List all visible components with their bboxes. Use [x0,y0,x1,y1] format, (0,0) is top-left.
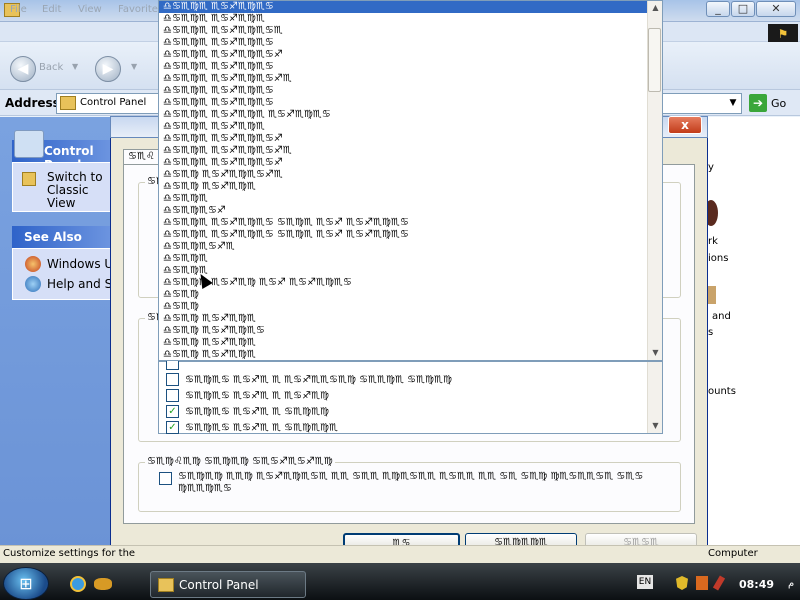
list-item-label: ♋♏♍♏♋ ♏♋♐♏ ♏ ♋♏♍♏♍♏ [185,422,338,434]
scroll-thumb[interactable] [648,28,661,92]
clock-period: م [788,578,795,589]
dropdown-item[interactable]: ♎♋♏♍♏ ♏♋♐♏♍♏♋♏ [159,25,647,37]
list-scrollbar[interactable]: ▼ [647,362,662,433]
list-item[interactable]: ✓ ♋♏♍♏♋ ♏♋♐♏ ♏ ♋♏♍♏♍ [166,405,329,421]
checkbox[interactable] [159,472,172,485]
see-also-box [12,248,112,300]
dropdown-item[interactable]: ♎♋♏♍ ♏♋♐♏♍♏♋♐♏ [159,169,647,181]
menu-favorites[interactable]: Favorites [118,4,163,15]
help-icon [25,276,41,292]
dropdown-item[interactable]: ♎♋♏♍♏♋♐♏ [159,241,647,253]
dropdown-item[interactable]: ♎♋♏♍♏ ♏♋♐♏♍ ♏♋♐ ♏♋♐♏♍♏♋ [159,277,647,289]
control-panel-icon [14,130,44,158]
checkbox-checked[interactable]: ✓ [166,421,179,434]
scroll-down-icon[interactable]: ▼ [648,346,663,360]
category-label[interactable]: s [708,327,713,338]
menu-view[interactable]: View [78,4,102,15]
scroll-down-icon[interactable]: ▼ [648,419,663,433]
status-text: Customize settings for the [3,548,136,559]
go-button[interactable]: Go [771,97,786,110]
dropdown-item[interactable]: ♎♋♏♍ [159,301,647,313]
chevron-down-icon[interactable]: ▼ [726,95,740,112]
address-value[interactable]: Control Panel [80,97,146,108]
dropdown-list[interactable]: ♎♋♏♍♏ ♏♋♐♏♍♏♋ ♎♋♏♍♏ ♏♋♐♏♍♏ ♎♋♏♍♏ ♏♋♐♏♍♏♋♏ ♎… [158,0,663,361]
dropdown-item[interactable]: ♎♋♏♍♏ ♏♋♐♏♍♏ [159,121,647,133]
folder-icon [158,578,174,592]
group-title: ♋♏♍♌♏♍ ♋♏♍♏♍ ♋♏♋♐♏♋♐♏♍ [145,456,335,467]
list-item-label: ♋♏♍♏♋ ♏♋♐♏ ♏ ♏♋♐♏♍ [185,390,330,402]
dropdown-item[interactable]: ♎♋♏♍♏ ♏♋♐♏♍♏♋ [159,61,647,73]
explorer-content [708,117,800,547]
dropdown-item[interactable]: ♎♋♏♍♏ [159,253,647,265]
dropdown-item[interactable]: ♎♋♏♍♏ [159,193,647,205]
dropdown-item[interactable]: ♎♋♏♍♏ ♏♋♐♏♍♏♋♐♏ [159,145,647,157]
checkbox-checked[interactable]: ✓ [166,405,179,418]
switch-view-link[interactable]: Switch to Classic View [47,171,111,210]
close-button[interactable]: ✕ [756,1,796,17]
dropdown-item[interactable]: ♎♋♏♍♏ ♏♋♐♏♍♏♋ ♋♏♍♏ ♏♋♐ ♏♋♐♏♍♏♋ [159,229,647,241]
dropdown-item[interactable]: ♎♋♏♍♏ ♏♋♐♏♍♏♋ [159,85,647,97]
dropdown-item[interactable]: ♎♋♏♍♏ ♏♋♐♏♍♏♋ ♋♏♍♏ ♏♋♐ ♏♋♐♏♍♏♋ [159,217,647,229]
folder-icon [22,172,36,186]
list-item[interactable]: ♋♏♍♏♋ ♏♋♐♏ ♏ ♏♋♐♏♍ [166,389,329,405]
address-label: Address [5,96,60,110]
category-label[interactable]: y [708,162,714,173]
language-indicator[interactable]: EN [637,575,653,589]
dropdown-item[interactable]: ♎♋♏♍♏ [159,265,647,277]
dropdown-item[interactable]: ♎♋♏♍♏ ♏♋♐♏♍♏ ♏♋♐♏♍♏♋ [159,109,647,121]
category-label[interactable]: ions [708,253,728,264]
dropdown-item[interactable]: ♎♋♏♍♏ ♏♋♐♏♍♏♋♐ [159,133,647,145]
back-button[interactable]: ◀ [10,56,36,82]
chevron-down-icon[interactable]: ▼ [72,62,78,71]
dropdown-item[interactable]: ♎♋♏♍♏ ♏♋♐♏♍♏♋ [159,37,647,49]
dropdown-item[interactable]: ♎♋♏♍♏ ♏♋♐♏♍♏ [159,13,647,25]
tab-general[interactable]: ♋♏♌ [123,149,163,165]
windows-update-icon [25,256,41,272]
dropdown-item[interactable]: ♎♋♏♍ ♏♋♐♏♍♏ [159,337,647,349]
see-also-header: See Also [12,226,112,248]
dropdown-item[interactable]: ♎♋♏♍♏ ♏♋♐♏♍♏♋♐♏ [159,73,647,85]
category-label[interactable]: ounts [708,386,736,397]
menu-file[interactable]: File [10,4,27,15]
checkbox[interactable] [166,373,179,386]
category-label[interactable]: rk [708,236,718,247]
status-zone: Computer [708,548,758,559]
dropdown-item[interactable]: ♎♋♏♍ ♏♋♐♏♍♏ [159,349,647,360]
help-support-link[interactable]: Help and Support [47,277,111,291]
dropdown-item[interactable]: ♎♋♏♍♏ ♏♋♐♏♍♏♋♐ [159,157,647,169]
minimize-button[interactable]: _ [706,1,730,17]
list-item[interactable]: ✓ ♋♏♍♏♋ ♏♋♐♏ ♏ ♋♏♍♏♍♏ [166,421,338,437]
forward-button[interactable]: ▶ [95,56,121,82]
dropdown-item[interactable]: ♎♋♏♍♏ ♏♋♐♏♍♏♋ [159,1,647,13]
category-label[interactable]: and [712,311,731,322]
menu-edit[interactable]: Edit [42,4,61,15]
maximize-button[interactable]: □ [731,1,755,17]
quicklaunch-icon[interactable] [94,578,112,590]
folder-icon [60,96,76,110]
dropdown-item[interactable]: ♎♋♏♍♏♋♐ [159,205,647,217]
clock[interactable]: 08:49 [739,578,774,591]
dropdown-item[interactable]: ♎♋♏♍ ♏♋♐♏♍♏♋ [159,325,647,337]
dropdown-item[interactable]: ♎♋♏♍♏ ♏♋♐♏♍♏♋ [159,97,647,109]
list-item[interactable]: ♋♏♍♏♋ ♏♋♐♏ ♏ ♏♋♐♏♏♋♏♍ ♋♏♏♍♏ ♋♏♍♏♍ [166,373,452,389]
option-label: ♋♏♍♏♍ ♏♏♍ ♏♋♐♏♍♏♋♏ ♏♏ ♋♏♏ ♏♍♏♋♏♏ ♏♋♏♏ ♏♏… [178,471,644,494]
dropdown-item[interactable]: ♎♋♏♍ ♏♋♐♏♍♏ [159,181,647,193]
start-button[interactable]: ⊞ [3,567,49,600]
back-label: Back [39,62,64,73]
dropdown-item[interactable]: ♎♋♏♍ [159,289,647,301]
checkbox[interactable] [166,389,179,402]
go-arrow-icon[interactable]: ➔ [749,94,767,112]
dropdown-item[interactable]: ♎♋♏♍ ♏♋♐♏♍♏ [159,313,647,325]
list-item-label: ♋♏♍♏♋ ♏♋♐♏ ♏ ♏♋♐♏♏♋♏♍ ♋♏♏♍♏ ♋♏♍♏♍ [185,374,452,386]
list-item-label: ♋♏♍♏♋ ♏♋♐♏ ♏ ♋♏♍♏♍ [185,406,330,418]
dropdown-item[interactable]: ♎♋♏♍♏ ♏♋♐♏♍♏♋♐ [159,49,647,61]
dialog-close-button[interactable]: x [668,116,702,134]
chevron-down-icon[interactable]: ▼ [131,62,137,71]
tray-app-icon[interactable] [696,576,708,590]
dropdown-items: ♎♋♏♍♏ ♏♋♐♏♍♏♋ ♎♋♏♍♏ ♏♋♐♏♍♏ ♎♋♏♍♏ ♏♋♐♏♍♏♋♏ ♎… [159,1,647,360]
windows-logo-icon: ⚑ [768,24,798,44]
internet-explorer-icon[interactable] [70,576,86,592]
scroll-up-icon[interactable]: ▲ [648,1,663,15]
windows-update-link[interactable]: Windows Update [47,257,111,271]
